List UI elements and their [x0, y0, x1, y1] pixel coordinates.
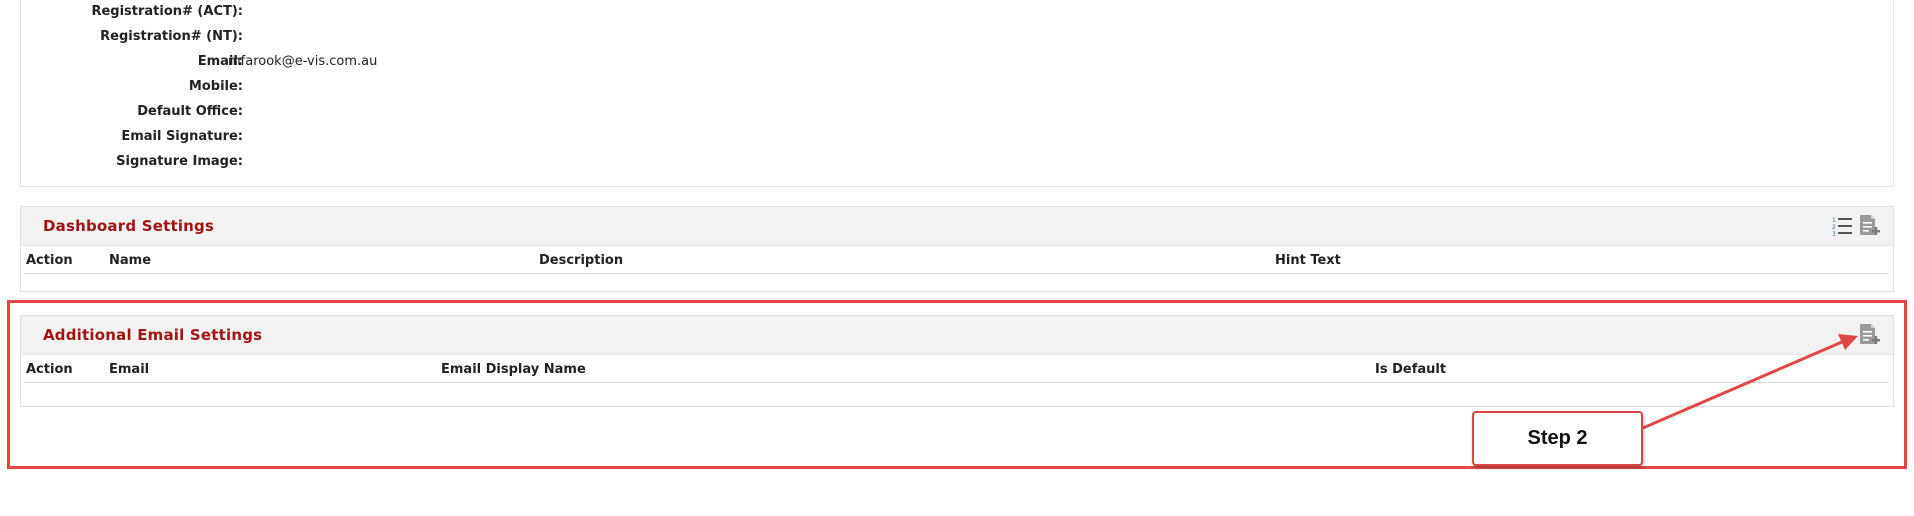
section-title: Additional Email Settings — [43, 326, 263, 344]
field-row-registration-act: Registration# (ACT): — [21, 2, 621, 22]
field-label: Signature Image: — [116, 154, 243, 169]
field-label: Email: — [197, 54, 243, 69]
field-row-default-office: Default Office: — [21, 102, 621, 122]
field-row-email: Email: mfarook@e-vis.com.au — [21, 52, 621, 72]
profile-details-panel: Registration# (ACT): Registration# (NT):… — [20, 0, 1894, 187]
section-header: Additional Email Settings — [21, 316, 1893, 355]
field-row-signature-image: Signature Image: — [21, 152, 621, 172]
field-label: Default Office: — [137, 104, 243, 119]
header-icons: 1 2 3 — [1831, 213, 1881, 239]
email-value: mfarook@e-vis.com.au — [228, 54, 378, 69]
column-header-action[interactable]: Action — [26, 362, 73, 377]
column-header-action[interactable]: Action — [26, 253, 73, 268]
field-row-registration-nt: Registration# (NT): — [21, 27, 621, 47]
field-label: Mobile: — [188, 79, 243, 94]
additional-email-settings-section: Additional Email Settings Action Email E… — [20, 315, 1894, 407]
column-header-is-default[interactable]: Is Default — [1375, 362, 1446, 377]
field-label: Registration# (NT): — [100, 29, 243, 44]
field-label: Email Signature: — [121, 129, 243, 144]
section-title: Dashboard Settings — [43, 217, 215, 235]
add-document-icon[interactable] — [1857, 322, 1881, 348]
step-callout: Step 2 — [1472, 411, 1643, 466]
add-document-icon[interactable] — [1857, 213, 1881, 239]
field-row-email-signature: Email Signature: — [21, 127, 621, 147]
field-label: Registration# (ACT): — [91, 4, 243, 19]
svg-text:2: 2 — [1832, 224, 1836, 231]
header-icons — [1857, 322, 1881, 348]
column-header-hint-text[interactable]: Hint Text — [1275, 253, 1341, 268]
column-header-email[interactable]: Email — [109, 362, 149, 377]
column-header-description[interactable]: Description — [539, 253, 623, 268]
svg-text:1: 1 — [1832, 217, 1836, 224]
section-header: Dashboard Settings 1 2 3 — [21, 207, 1893, 246]
dashboard-table-header: Action Name Description Hint Text — [25, 246, 1889, 274]
column-header-email-display-name[interactable]: Email Display Name — [441, 362, 586, 377]
ordered-list-icon[interactable]: 1 2 3 — [1831, 213, 1855, 239]
column-header-name[interactable]: Name — [109, 253, 151, 268]
field-row-mobile: Mobile: — [21, 77, 621, 97]
email-table-header: Action Email Email Display Name Is Defau… — [25, 355, 1889, 383]
svg-text:3: 3 — [1832, 231, 1836, 238]
dashboard-settings-section: Dashboard Settings 1 2 3 Action Name Des… — [20, 206, 1894, 292]
